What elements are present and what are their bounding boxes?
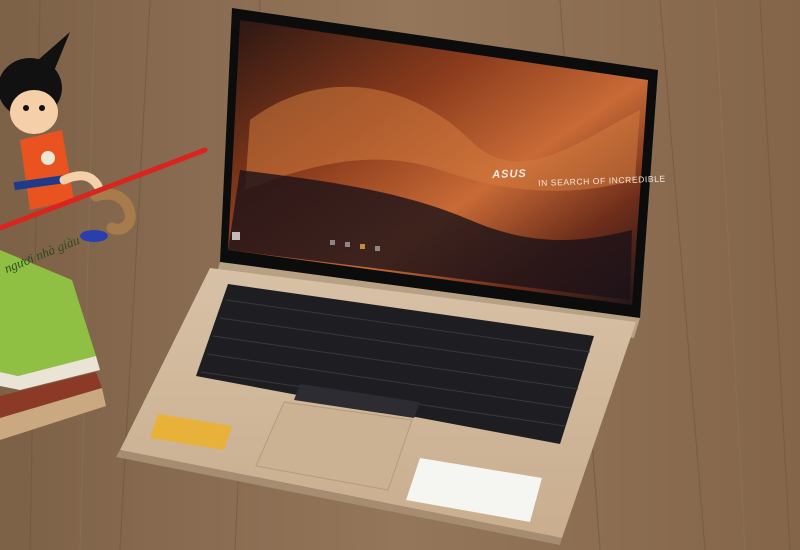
photo-scene xyxy=(0,0,800,550)
taskbar-app-icon xyxy=(345,242,350,247)
asus-logo-text: ASUS xyxy=(492,167,527,181)
taskbar-folder-icon xyxy=(360,244,365,249)
start-icon xyxy=(232,232,240,240)
taskbar-app-icon xyxy=(375,246,380,251)
figure-face xyxy=(10,90,58,134)
taskbar-app-icon xyxy=(330,240,335,245)
